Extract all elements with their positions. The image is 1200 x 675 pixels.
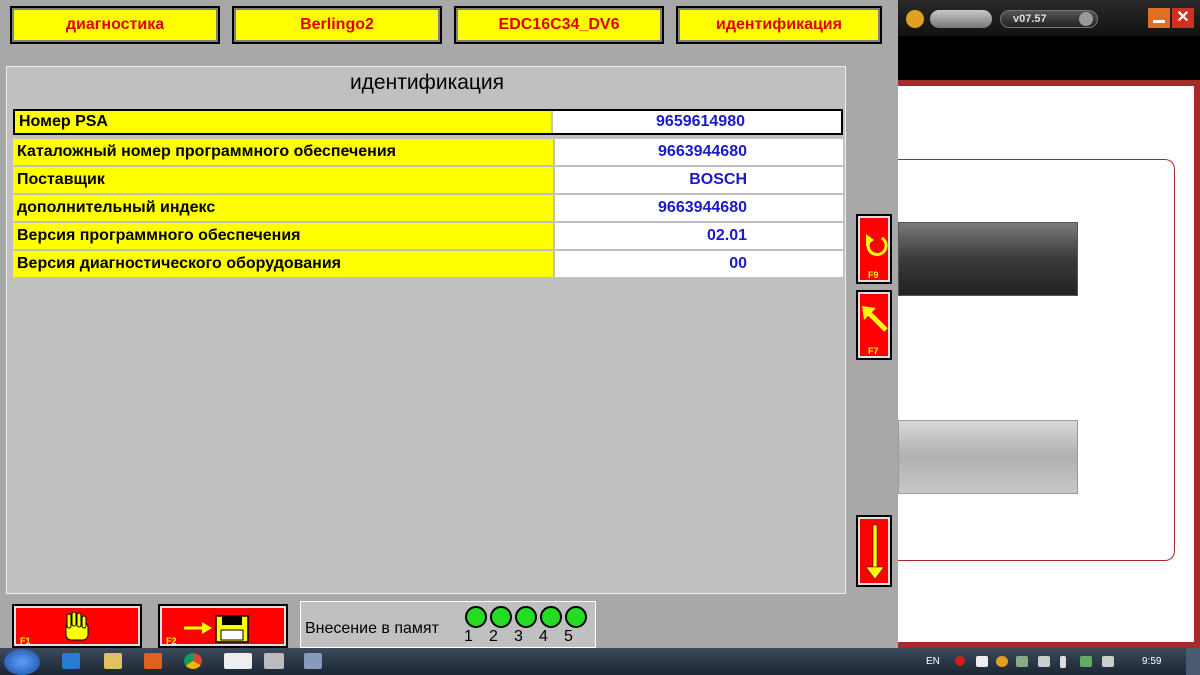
at-icon[interactable] bbox=[906, 10, 924, 28]
f7-label: F7 bbox=[868, 346, 879, 356]
memory-slot-number: 4 bbox=[539, 628, 548, 645]
tab-vehicle[interactable]: Berlingo2 bbox=[232, 6, 442, 44]
refresh-icon bbox=[866, 234, 888, 256]
content-frame bbox=[898, 159, 1175, 561]
row-value: 9659614980 bbox=[553, 111, 841, 133]
tab-diagnostics[interactable]: диагностика bbox=[10, 6, 220, 44]
memory-slot-number: 5 bbox=[564, 628, 573, 645]
hand-stop-icon bbox=[65, 612, 89, 641]
f1-label: F1 bbox=[20, 636, 31, 646]
diagnostic-app-icon[interactable] bbox=[304, 653, 322, 669]
memory-slot-led bbox=[490, 606, 512, 628]
media-player-icon[interactable] bbox=[144, 653, 162, 669]
row-value: 00 bbox=[555, 251, 843, 277]
clock[interactable]: 9:59 bbox=[1142, 656, 1161, 667]
version-text: v07.57 bbox=[1013, 13, 1047, 25]
memory-slot-number: 2 bbox=[489, 628, 498, 645]
row-label: дополнительный индекс bbox=[13, 195, 553, 221]
dark-panel-button[interactable] bbox=[898, 222, 1078, 296]
tray-battery-icon[interactable] bbox=[1060, 656, 1066, 668]
internet-explorer-icon[interactable] bbox=[62, 653, 80, 669]
row-label: Версия диагностического оборудования bbox=[13, 251, 553, 277]
scroll-down-button[interactable] bbox=[856, 515, 892, 587]
tray-star-icon[interactable] bbox=[996, 656, 1008, 667]
minimize-button[interactable] bbox=[1148, 8, 1170, 28]
table-row[interactable]: Версия программного обеспечения 02.01 bbox=[13, 223, 843, 249]
memory-slot-number: 3 bbox=[514, 628, 523, 645]
arrow-down-icon bbox=[865, 524, 885, 580]
language-indicator[interactable]: EN bbox=[926, 656, 940, 667]
identification-panel: идентификация Номер PSA 9659614980 Катал… bbox=[6, 66, 846, 594]
file-explorer-icon[interactable] bbox=[104, 653, 122, 669]
diagnostic-window: диагностика Berlingo2 EDC16C34_DV6 идент… bbox=[0, 0, 898, 648]
f2-label: F2 bbox=[166, 636, 177, 646]
row-value: 9663944680 bbox=[555, 139, 843, 165]
back-button[interactable]: F7 bbox=[856, 290, 892, 360]
table-row[interactable]: Каталожный номер программного обеспечени… bbox=[13, 139, 843, 165]
memory-slot-led bbox=[540, 606, 562, 628]
close-icon: ✕ bbox=[1176, 9, 1190, 26]
table-row[interactable]: Номер PSA 9659614980 bbox=[13, 109, 843, 135]
memory-label: Внесение в памят bbox=[305, 620, 439, 637]
version-badge: v07.57 bbox=[1000, 10, 1098, 28]
app-content bbox=[898, 86, 1194, 642]
app-toolbar: v07.57 ✕ bbox=[898, 0, 1200, 36]
tray-network-icon[interactable] bbox=[1016, 656, 1028, 667]
show-desktop-button[interactable] bbox=[1186, 648, 1200, 675]
tray-volume-icon[interactable] bbox=[1102, 656, 1114, 667]
save-button[interactable]: F2 bbox=[158, 604, 288, 648]
memory-slot-led bbox=[565, 606, 587, 628]
tray-windows-icon[interactable] bbox=[976, 656, 988, 667]
row-label: Версия программного обеспечения bbox=[13, 223, 553, 249]
app-icon[interactable] bbox=[224, 653, 252, 669]
row-label: Номер PSA bbox=[15, 111, 551, 133]
refresh-button[interactable]: F9 bbox=[856, 214, 892, 284]
tab-ecu[interactable]: EDC16C34_DV6 bbox=[454, 6, 664, 44]
light-panel-button[interactable] bbox=[898, 420, 1078, 494]
memory-slot-led bbox=[515, 606, 537, 628]
panel-title: идентификация bbox=[349, 71, 505, 94]
chrome-icon[interactable] bbox=[184, 653, 202, 669]
close-button[interactable]: ✕ bbox=[1172, 8, 1194, 28]
app-body bbox=[898, 80, 1200, 648]
memory-slot-led bbox=[465, 606, 487, 628]
f9-label: F9 bbox=[868, 270, 879, 280]
row-value: 02.01 bbox=[555, 223, 843, 249]
window-icon[interactable] bbox=[264, 653, 284, 669]
save-to-disk-icon bbox=[184, 615, 249, 643]
row-value: 9663944680 bbox=[555, 195, 843, 221]
background-app-window: v07.57 ✕ bbox=[898, 0, 1200, 648]
table-row[interactable]: дополнительный индекс 9663944680 bbox=[13, 195, 843, 221]
table-row[interactable]: Версия диагностического оборудования 00 bbox=[13, 251, 843, 277]
memory-slot-number: 1 bbox=[464, 628, 473, 645]
arrow-up-left-icon bbox=[862, 306, 888, 332]
tab-identification[interactable]: идентификация bbox=[676, 6, 882, 44]
start-button[interactable] bbox=[4, 649, 40, 675]
tray-record-icon[interactable] bbox=[955, 656, 965, 666]
row-value: BOSCH bbox=[555, 167, 843, 193]
taskbar: EN 9:59 bbox=[0, 648, 1200, 675]
row-label: Каталожный номер программного обеспечени… bbox=[13, 139, 553, 165]
power-icon[interactable] bbox=[1079, 12, 1093, 26]
row-label: Поставщик bbox=[13, 167, 553, 193]
memory-box: Внесение в памят 1 2 3 4 5 bbox=[300, 601, 596, 648]
minimize-icon bbox=[1153, 20, 1165, 23]
tray-monitor-icon[interactable] bbox=[1038, 656, 1050, 667]
volume-slider[interactable] bbox=[930, 10, 992, 28]
table-row[interactable]: Поставщик BOSCH bbox=[13, 167, 843, 193]
stop-button[interactable]: F1 bbox=[12, 604, 142, 648]
tray-signal-icon[interactable] bbox=[1080, 656, 1092, 667]
